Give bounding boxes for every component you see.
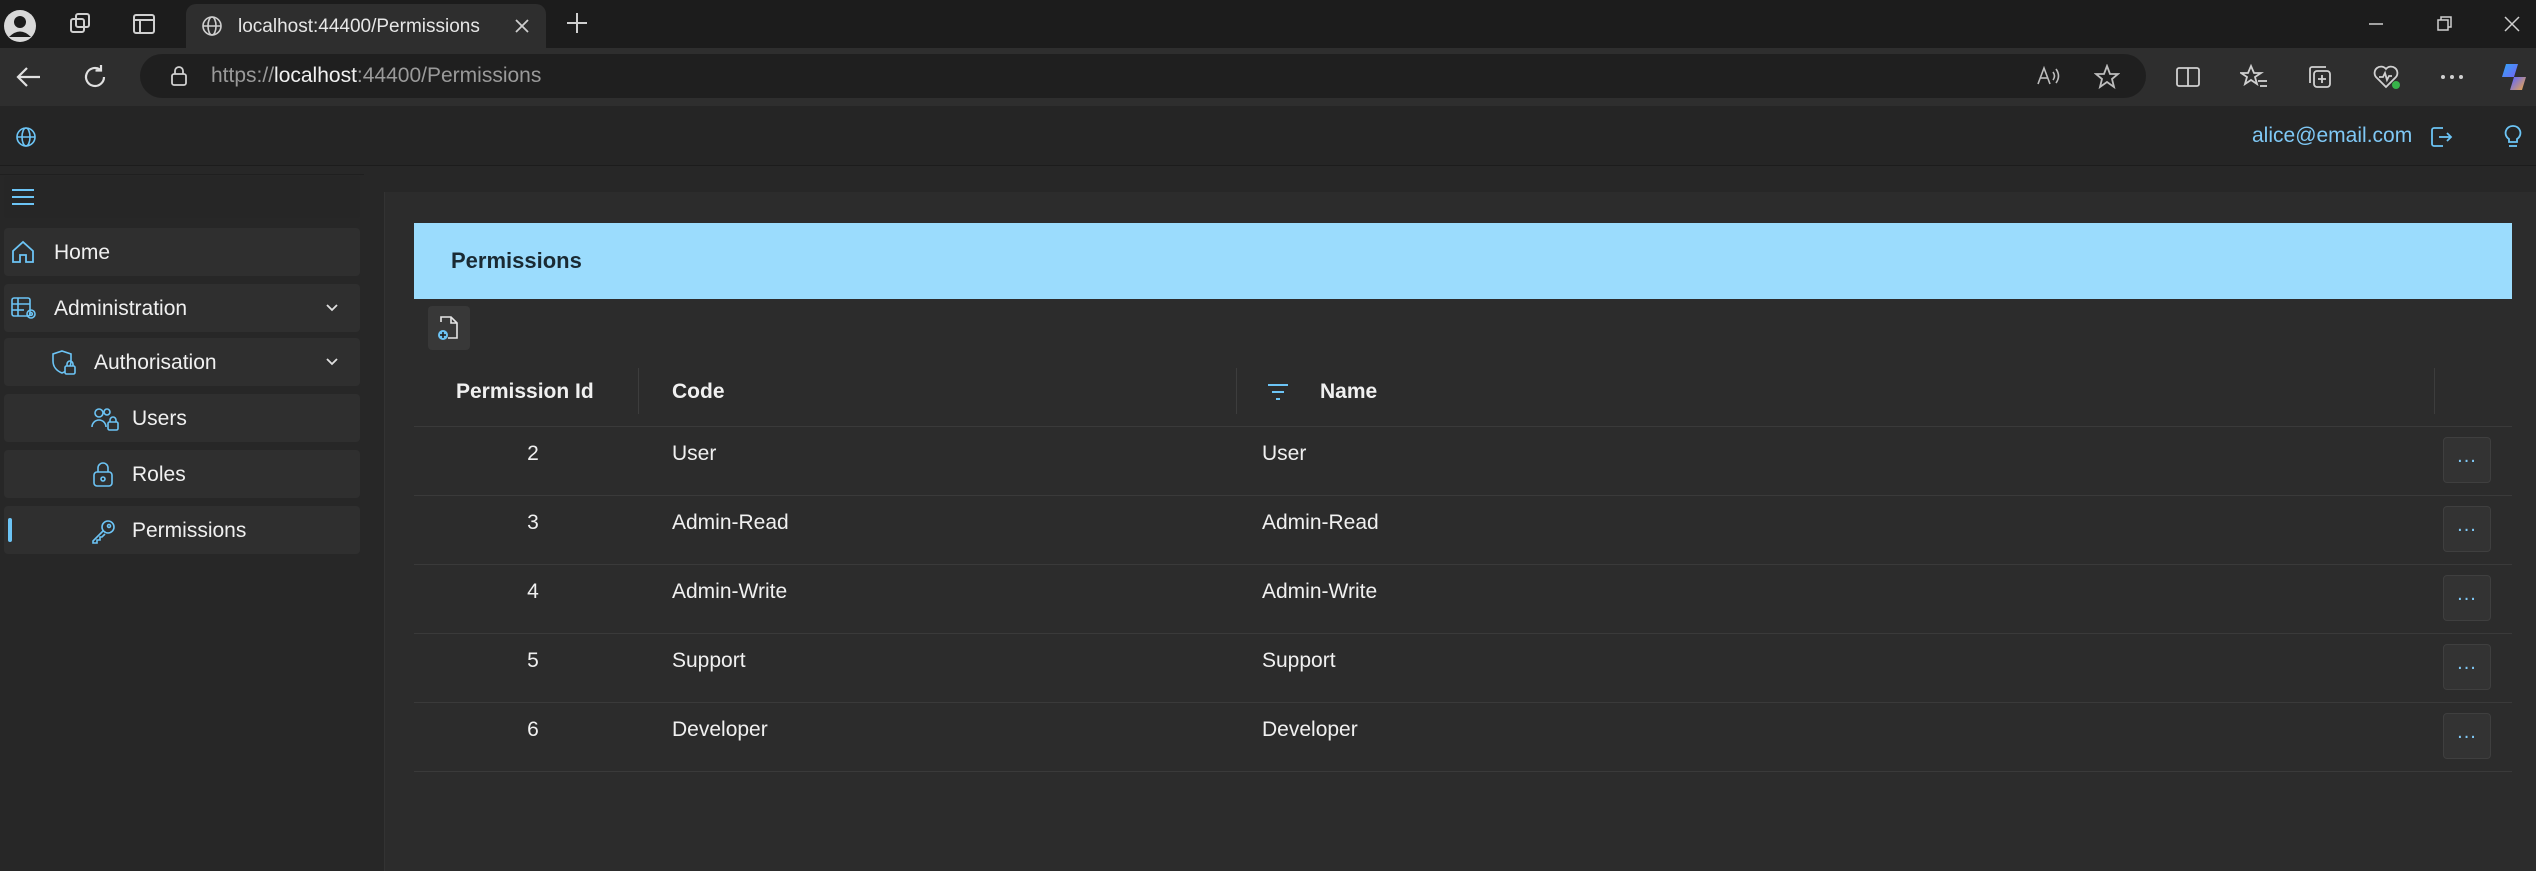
permission-id-cell: 6 [527,718,539,741]
refresh-icon[interactable] [80,62,110,92]
code-cell: Admin-Read [672,511,789,534]
permission-id-cell: 2 [527,442,539,465]
sidebar-item-authorisation[interactable]: Authorisation [4,338,360,386]
copilot-icon[interactable] [2496,60,2532,94]
workspaces-icon[interactable] [66,10,94,38]
code-cell: Admin-Write [672,580,788,603]
browser-tab[interactable]: localhost:44400/Permissions [186,4,546,48]
home-icon [10,239,36,265]
row-actions-button[interactable]: ... [2443,506,2491,552]
tab-actions-icon[interactable] [130,10,158,38]
globe-icon [200,14,224,38]
add-document-icon [436,314,462,342]
column-divider[interactable] [2434,368,2435,414]
app-header: alice@email.com [0,106,2536,166]
sidebar: Home Administration Authorisation Users … [0,166,372,871]
logout-icon[interactable] [2428,124,2454,150]
browser-tab-bar: localhost:44400/Permissions [0,0,2536,48]
divider [414,495,2512,496]
admin-icon [10,295,38,321]
permission-id-cell: 4 [527,580,539,603]
page-title: Permissions [451,248,582,273]
chevron-down-icon[interactable] [324,301,340,315]
row-actions-button[interactable]: ... [2443,644,2491,690]
column-divider[interactable] [638,368,639,414]
sidebar-item-roles[interactable]: Roles [4,450,360,498]
address-bar[interactable]: https://localhost:44400/Permissions [140,54,2146,98]
globe-icon[interactable] [14,125,38,149]
code-cell: Developer [672,718,768,741]
row-actions-button[interactable]: ... [2443,437,2491,483]
close-window-icon[interactable] [2502,14,2522,34]
active-indicator [8,518,12,542]
sidebar-item-label: Authorisation [94,351,217,374]
sidebar-item-administration[interactable]: Administration [4,284,360,332]
more-options-icon[interactable] [2438,63,2466,91]
lightbulb-icon[interactable] [2502,123,2524,151]
collections-icon[interactable] [2306,63,2334,91]
divider [414,564,2512,565]
key-icon [90,517,118,545]
divider [0,174,364,175]
name-cell: Support [1262,649,1336,672]
divider [414,771,2512,772]
page-title-banner: Permissions [414,223,2512,299]
filter-icon[interactable] [1266,381,1290,403]
column-header-permission-id[interactable]: Permission Id [456,380,594,404]
name-cell: Admin-Write [1262,580,1378,603]
sidebar-item-label: Roles [132,463,186,486]
add-permission-button[interactable] [428,306,470,350]
row-actions-button[interactable]: ... [2443,575,2491,621]
chevron-down-icon[interactable] [324,355,340,369]
sidebar-item-label: Users [132,407,187,430]
url-text[interactable]: https://localhost:44400/Permissions [211,64,541,88]
lock-icon [90,461,116,489]
sidebar-item-users[interactable]: Users [4,394,360,442]
hamburger-menu-icon[interactable] [10,184,36,210]
sidebar-item-permissions[interactable]: Permissions [4,506,360,554]
divider [414,702,2512,703]
new-tab-icon[interactable] [564,10,590,36]
sidebar-item-label: Permissions [132,519,247,542]
code-cell: User [672,442,717,465]
restore-icon[interactable] [2434,14,2454,34]
minimize-icon[interactable] [2366,14,2386,34]
user-email-link[interactable]: alice@email.com [2252,124,2412,148]
split-screen-icon[interactable] [2174,63,2202,91]
column-divider[interactable] [1236,368,1237,414]
favorites-icon[interactable] [2240,63,2268,91]
browser-essentials-icon[interactable] [2372,63,2402,91]
close-tab-icon[interactable] [512,16,532,36]
sidebar-item-label: Administration [54,297,188,320]
row-actions-button[interactable]: ... [2443,713,2491,759]
read-aloud-icon[interactable] [2036,64,2062,88]
name-cell: Admin-Read [1262,511,1379,534]
name-cell: Developer [1262,718,1358,741]
sidebar-item-label: Home [54,241,111,264]
users-lock-icon [90,405,120,433]
tab-title: localhost:44400/Permissions [238,16,480,37]
profile-avatar-icon[interactable] [4,10,36,42]
menu-toggle-button[interactable] [4,176,360,218]
back-icon[interactable] [14,62,44,92]
divider [414,426,2512,427]
shield-lock-icon [50,349,78,377]
divider [414,633,2512,634]
favorite-star-icon[interactable] [2094,64,2120,90]
lock-icon[interactable] [168,65,190,87]
column-header-code[interactable]: Code [672,380,725,404]
column-header-name[interactable]: Name [1320,380,1377,404]
code-cell: Support [672,649,746,672]
sidebar-item-home[interactable]: Home [4,228,360,276]
name-cell: User [1262,442,1307,465]
browser-toolbar: https://localhost:44400/Permissions [0,48,2536,106]
permission-id-cell: 5 [527,649,539,672]
permission-id-cell: 3 [527,511,539,534]
